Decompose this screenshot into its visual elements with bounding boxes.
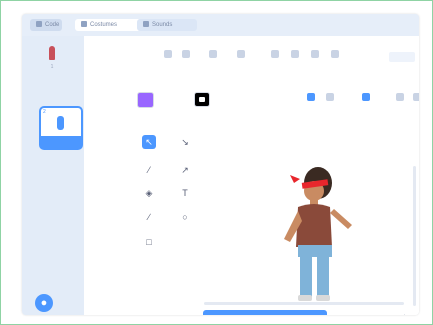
tab-costumes[interactable]: Costumes <box>75 19 145 31</box>
cat-icon: ● <box>40 297 48 309</box>
tab-bar: Code Costumes Sounds <box>22 14 419 37</box>
forward-icon <box>271 50 279 58</box>
text-icon: T <box>182 188 188 198</box>
paint-editor: ↖ ↘ ⁄ ↗ ◈ T ∕ ○ □ <box>84 36 419 315</box>
costume-list: 1 2 ● <box>22 36 85 315</box>
paste-button[interactable] <box>319 91 341 111</box>
tab-label: Code <box>45 22 60 28</box>
tab-label: Sounds <box>152 22 173 28</box>
bucket-icon: ◈ <box>145 188 153 198</box>
costume-name-input[interactable] <box>107 51 147 63</box>
paste-icon <box>326 93 334 101</box>
flip-horizontal-icon <box>396 93 404 101</box>
costume-item-2[interactable]: 2 <box>39 106 83 150</box>
zoom-reset-button[interactable]: = <box>394 314 404 315</box>
costume-artwork <box>284 167 352 301</box>
zoom-out-button[interactable]: − <box>384 314 394 315</box>
backward-button[interactable] <box>284 48 306 68</box>
zoom-in-button[interactable]: + <box>403 314 413 315</box>
rectangle-icon: □ <box>146 237 152 247</box>
speaker-icon <box>143 21 149 28</box>
convert-to-vector-button[interactable] <box>203 310 327 315</box>
eraser-icon: ↗ <box>181 165 189 175</box>
fill-color-picker[interactable] <box>137 92 154 108</box>
fill-tool[interactable]: ◈ <box>142 186 156 200</box>
tab-sounds[interactable]: Sounds <box>137 19 197 31</box>
redo-button[interactable] <box>175 48 197 68</box>
line-tool[interactable]: ∕ <box>142 210 156 224</box>
front-button[interactable] <box>304 48 326 68</box>
circle-icon: ○ <box>182 212 188 222</box>
costume-number: 1 <box>50 64 54 70</box>
flip-vertical-button[interactable] <box>406 91 419 111</box>
person-costume-icon <box>57 116 64 130</box>
group-icon <box>209 50 217 58</box>
flip-vertical-icon <box>413 93 419 101</box>
ungroup-icon <box>237 50 245 58</box>
rectangle-tool[interactable]: □ <box>142 235 156 249</box>
convert-mode-button[interactable] <box>389 52 415 62</box>
outline-color-picker[interactable] <box>194 92 210 107</box>
drawing-canvas[interactable] <box>190 135 419 315</box>
redo-icon <box>182 50 190 58</box>
screenshot-frame: Code Costumes Sounds 1 2 ● × <box>0 0 433 325</box>
choose-costume-button[interactable]: ● <box>35 294 53 312</box>
ungroup-button[interactable] <box>230 48 252 68</box>
horizontal-scrollbar[interactable] <box>204 302 404 305</box>
trash-icon <box>362 93 370 101</box>
back-button[interactable] <box>324 48 346 68</box>
copy-icon <box>307 93 315 101</box>
code-icon <box>36 21 42 28</box>
costume-item-1[interactable]: 1 <box>37 46 67 74</box>
reshape-icon: ↘ <box>181 137 189 147</box>
costume-name-label <box>41 136 81 148</box>
costume-brush-icon <box>81 21 87 28</box>
tab-code[interactable]: Code <box>30 19 62 31</box>
person-costume-icon <box>49 46 55 60</box>
select-tool[interactable]: ↖ <box>142 135 156 149</box>
brush-icon: ⁄ <box>148 165 150 175</box>
back-icon <box>331 50 339 58</box>
vertical-scrollbar[interactable] <box>413 166 416 306</box>
costume-number: 2 <box>43 109 46 115</box>
editor-window: Code Costumes Sounds 1 2 ● × <box>22 14 419 315</box>
tab-label: Costumes <box>90 22 118 28</box>
girl-with-blindfold-figure <box>284 167 352 301</box>
group-button[interactable] <box>202 48 224 68</box>
line-icon: ∕ <box>148 212 150 222</box>
delete-button[interactable] <box>355 91 377 111</box>
arrow-pointer-icon: ↖ <box>145 137 153 147</box>
front-icon <box>311 50 319 58</box>
forward-button[interactable] <box>264 48 286 68</box>
brush-tool[interactable]: ⁄ <box>142 163 156 177</box>
backward-icon <box>291 50 299 58</box>
undo-icon <box>164 50 172 58</box>
zoom-controls: −=+ <box>384 314 413 315</box>
